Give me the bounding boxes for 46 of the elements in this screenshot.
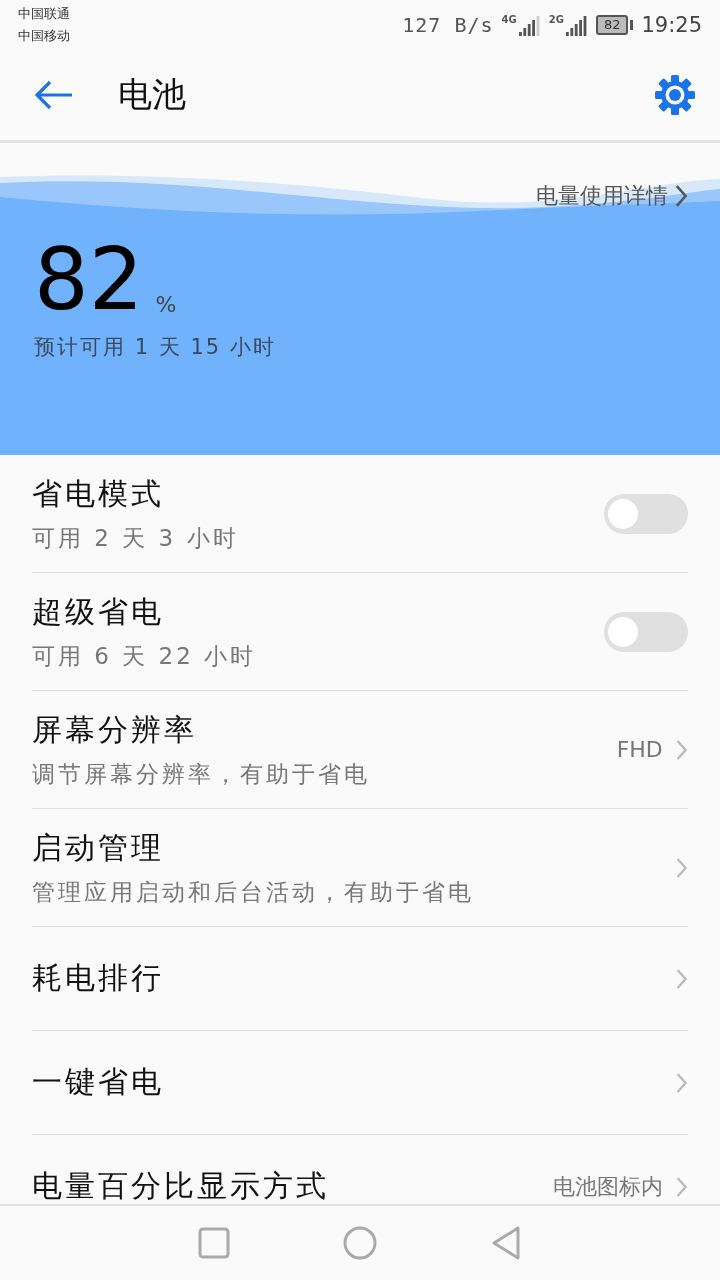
setting-row[interactable]: 屏幕分辨率 调节屏幕分辨率，有助于省电 FHD xyxy=(32,691,688,809)
usage-details-link[interactable]: 电量使用详情 xyxy=(535,181,688,211)
chevron-icon xyxy=(674,856,688,879)
chevron-icon xyxy=(674,1071,688,1094)
carrier-name: 中国联通 xyxy=(18,5,70,23)
recents-button[interactable] xyxy=(198,1227,230,1259)
setting-row[interactable]: 省电模式 可用 2 天 3 小时 xyxy=(32,455,688,573)
setting-row[interactable]: 一键省电 xyxy=(32,1031,688,1135)
setting-row[interactable]: 耗电排行 xyxy=(32,927,688,1031)
setting-title: 超级省电 xyxy=(32,592,165,631)
percent-unit: % xyxy=(155,292,177,317)
back-nav-button[interactable] xyxy=(490,1225,522,1261)
setting-row[interactable]: 启动管理 管理应用启动和后台活动，有助于省电 xyxy=(32,809,688,927)
setting-subtitle: 调节屏幕分辨率，有助于省电 xyxy=(32,759,371,789)
back-button[interactable] xyxy=(34,80,74,110)
setting-value: FHD xyxy=(616,737,663,762)
setting-title: 省电模式 xyxy=(32,474,165,513)
remaining-time: 预计可用 1 天 15 小时 xyxy=(34,334,277,361)
signal-icon xyxy=(518,14,541,36)
setting-value: 电池图标内 xyxy=(552,1172,663,1201)
signal-icon xyxy=(565,14,588,36)
setting-title: 屏幕分辨率 xyxy=(32,710,198,749)
page-title: 电池 xyxy=(118,73,187,116)
settings-button[interactable] xyxy=(654,74,696,116)
toggle-switch[interactable] xyxy=(604,493,688,534)
chevron-icon xyxy=(674,967,688,990)
chevron-icon xyxy=(673,184,688,208)
chevron-icon xyxy=(674,738,688,761)
clock: 19:25 xyxy=(641,13,702,37)
setting-subtitle: 可用 6 天 22 小时 xyxy=(32,641,258,671)
battery-percentage: 82 xyxy=(34,239,144,319)
setting-title: 耗电排行 xyxy=(32,959,165,997)
network-speed: 127 B/s xyxy=(402,13,494,37)
setting-subtitle: 可用 2 天 3 小时 xyxy=(32,523,240,553)
toggle-switch[interactable] xyxy=(604,611,688,652)
battery-level: 82 xyxy=(595,15,629,35)
carrier-name: 中国移动 xyxy=(18,27,70,45)
setting-title: 一键省电 xyxy=(32,1063,165,1101)
home-button[interactable] xyxy=(342,1225,378,1261)
network-type: 2G xyxy=(548,14,564,26)
setting-title: 启动管理 xyxy=(32,828,165,867)
setting-title: 电量百分比显示方式 xyxy=(32,1167,330,1204)
network-type: 4G xyxy=(501,14,517,26)
setting-subtitle: 管理应用启动和后台活动，有助于省电 xyxy=(32,877,475,907)
chevron-icon xyxy=(674,1175,688,1198)
setting-row[interactable]: 超级省电 可用 6 天 22 小时 xyxy=(32,573,688,691)
